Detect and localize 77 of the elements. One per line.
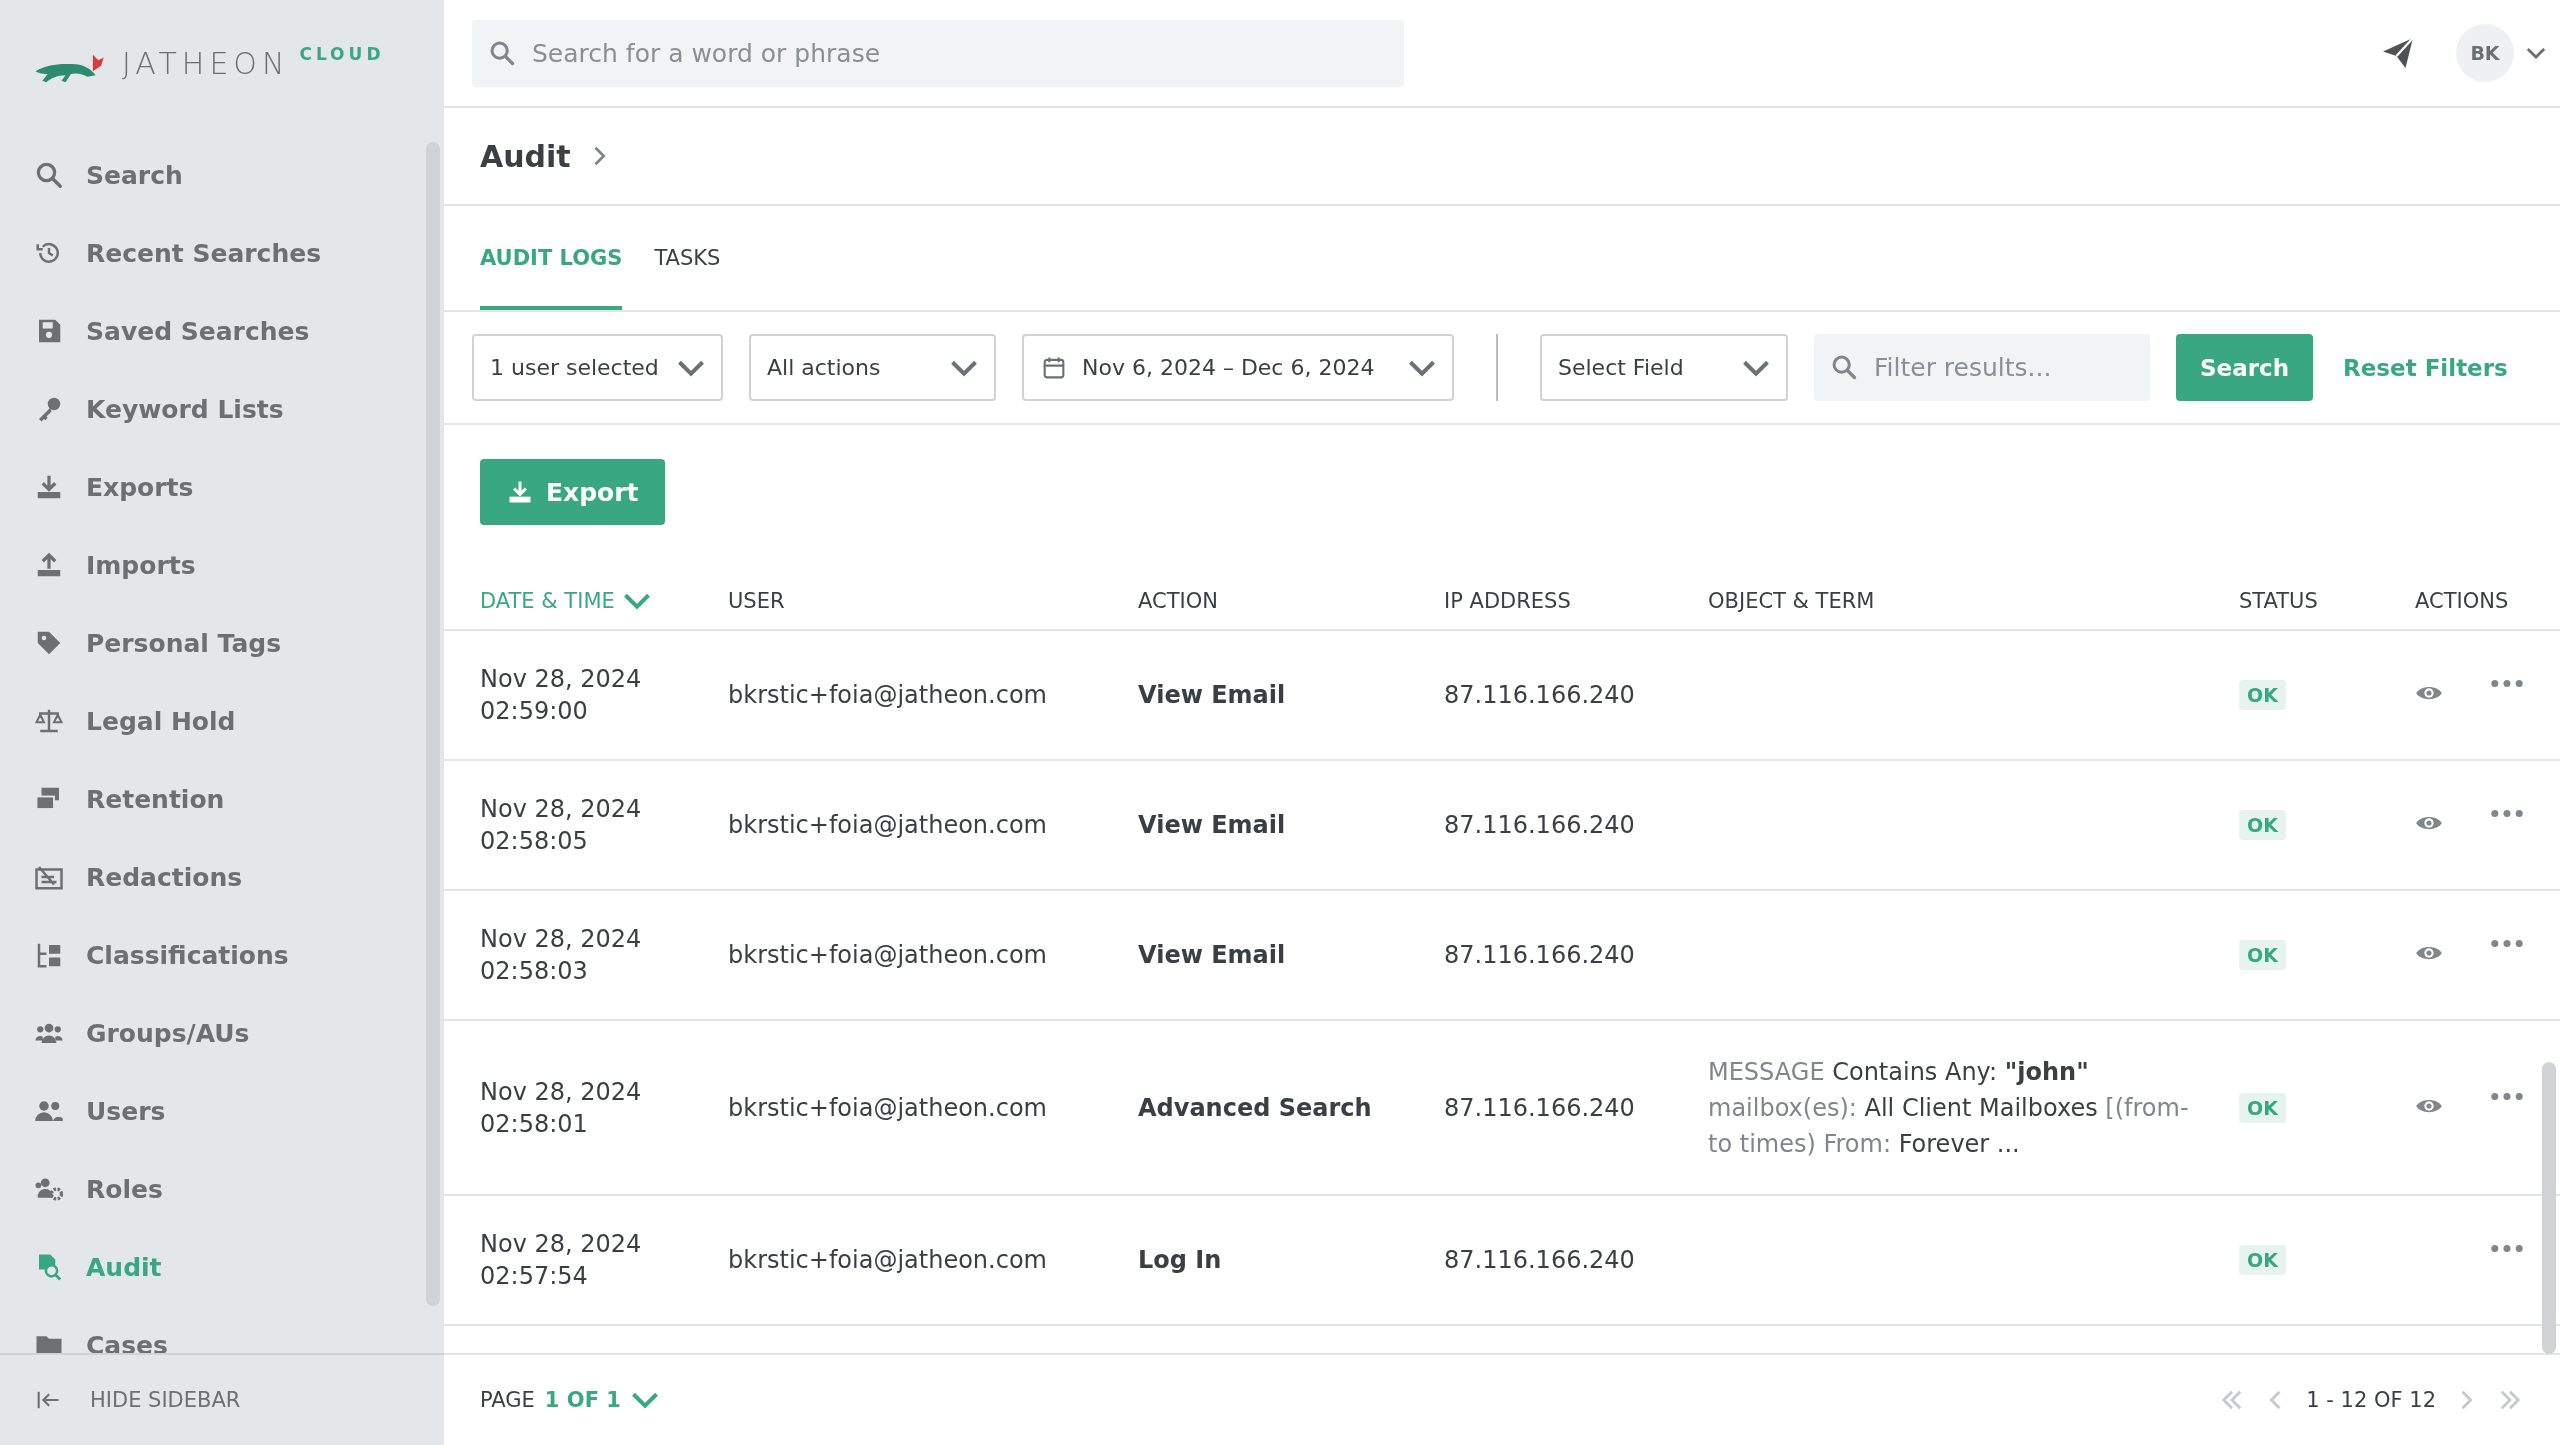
sidebar-item[interactable]: Exports bbox=[0, 448, 444, 526]
field-dropdown[interactable]: Select Field bbox=[1540, 334, 1788, 401]
sidebar-item[interactable]: Recent Searches bbox=[0, 214, 444, 292]
sidebar-item[interactable]: Saved Searches bbox=[0, 292, 444, 370]
more-dots-icon bbox=[2491, 939, 2523, 948]
scrollbar[interactable] bbox=[2542, 1062, 2556, 1354]
sidebar-item[interactable]: Cases bbox=[0, 1306, 444, 1353]
actions-dropdown[interactable]: All actions bbox=[749, 334, 996, 401]
export-button[interactable]: Export bbox=[480, 459, 665, 525]
date-range-dropdown[interactable]: Nov 6, 2024 – Dec 6, 2024 bbox=[1022, 334, 1454, 401]
sidebar-item[interactable]: Search bbox=[0, 136, 444, 214]
more-dots-icon bbox=[2491, 679, 2523, 688]
sidebar-item[interactable]: Classifications bbox=[0, 916, 444, 994]
date-time-cell-text: Nov 28, 2024 02:58:01 bbox=[480, 1076, 643, 1140]
sidebar-item[interactable]: Legal Hold bbox=[0, 682, 444, 760]
logo-wordmark: JATHEON bbox=[122, 45, 290, 81]
sidebar-item[interactable]: Roles bbox=[0, 1150, 444, 1228]
column-header[interactable]: ACTION bbox=[1138, 589, 1444, 613]
date-time-cell-text: Nov 28, 2024 02:58:03 bbox=[480, 924, 643, 987]
status-badge: OK bbox=[2239, 940, 2286, 970]
search-icon bbox=[1830, 353, 1858, 381]
user-cell: bkrstic+foia@jatheon.com bbox=[728, 1093, 1047, 1122]
sidebar-item[interactable]: Groups/AUs bbox=[0, 994, 444, 1072]
status-badge: OK bbox=[2239, 1092, 2286, 1123]
logo-suffix: CLOUD bbox=[299, 44, 385, 64]
user-avatar[interactable]: BK bbox=[2456, 24, 2514, 82]
user-cell: bkrstic+foia@jatheon.com bbox=[728, 941, 1047, 969]
action-cell: View Email bbox=[1138, 681, 1286, 709]
more-dots-icon bbox=[2491, 1244, 2523, 1253]
ip-address-cell: 87.116.166.240 bbox=[1444, 1093, 1635, 1122]
page-title: Audit bbox=[480, 138, 571, 174]
paper-plane-icon bbox=[2380, 35, 2416, 71]
column-header[interactable]: ACTIONS bbox=[2415, 589, 2560, 613]
tab[interactable]: TASKS bbox=[654, 206, 721, 310]
search-icon bbox=[34, 160, 64, 190]
user-cell: bkrstic+foia@jatheon.com bbox=[728, 1246, 1047, 1274]
user-cell: bkrstic+foia@jatheon.com bbox=[728, 681, 1047, 709]
sidebar-item[interactable]: Retention bbox=[0, 760, 444, 838]
action-cell: Advanced Search bbox=[1138, 1093, 1372, 1122]
action-cell: View Email bbox=[1138, 811, 1286, 839]
sidebar-item[interactable]: Audit bbox=[0, 1228, 444, 1306]
page-range: 1 - 12 OF 12 bbox=[2306, 1388, 2436, 1412]
ip-address-cell: 87.116.166.240 bbox=[1444, 811, 1635, 839]
column-header[interactable]: IP ADDRESS bbox=[1444, 589, 1708, 613]
hide-sidebar-button[interactable]: HIDE SIDEBAR bbox=[34, 1386, 241, 1414]
more-dots-icon bbox=[2491, 809, 2523, 818]
ip-address-cell: 87.116.166.240 bbox=[1444, 1246, 1635, 1274]
column-header[interactable]: STATUS bbox=[2239, 589, 2415, 613]
sidebar-item[interactable]: Keyword Lists bbox=[0, 370, 444, 448]
action-cell: View Email bbox=[1138, 941, 1286, 969]
more-dots-icon bbox=[2491, 1091, 2523, 1101]
action-cell: Log In bbox=[1138, 1246, 1222, 1274]
user-cell: bkrstic+foia@jatheon.com bbox=[728, 811, 1047, 839]
status-badge: OK bbox=[2239, 680, 2286, 710]
sidebar-item[interactable]: Redactions bbox=[0, 838, 444, 916]
tab[interactable]: AUDIT LOGS bbox=[480, 206, 623, 310]
column-header[interactable]: USER bbox=[728, 589, 1138, 613]
filter-field[interactable]: Filter results... bbox=[1814, 334, 2150, 401]
search-button[interactable]: Search bbox=[2176, 334, 2314, 401]
date-time-cell-text: Nov 28, 2024 02:59:00 bbox=[480, 664, 643, 727]
search-field[interactable]: Search for a word or phrase bbox=[472, 19, 1404, 87]
sidebar-item[interactable]: Users bbox=[0, 1072, 444, 1150]
sidebar-item[interactable]: Personal Tags bbox=[0, 604, 444, 682]
ip-address-cell: 87.116.166.240 bbox=[1444, 941, 1635, 969]
column-header[interactable]: OBJECT & TERM bbox=[1708, 589, 2239, 613]
status-badge: OK bbox=[2239, 810, 2286, 840]
status-badge: OK bbox=[2239, 1245, 2286, 1275]
object-term-cell-text: MESSAGE Contains Any: "john" mailbox(es): All Client Mailboxes [(from-to times) From: Forever ... bbox=[1708, 1056, 2190, 1160]
reset-filters-link[interactable]: Reset Filters bbox=[2339, 354, 2508, 381]
ip-address-cell: 87.116.166.240 bbox=[1444, 681, 1635, 709]
date-time-cell-text: Nov 28, 2024 02:57:54 bbox=[480, 1229, 643, 1292]
page-label: PAGE bbox=[480, 1388, 535, 1412]
column-header[interactable]: DATE & TIME bbox=[480, 587, 728, 615]
page-selector[interactable]: 1 OF 1 bbox=[544, 1386, 659, 1414]
date-time-cell-text: Nov 28, 2024 02:58:05 bbox=[480, 794, 643, 857]
user-dropdown[interactable]: 1 user selected bbox=[472, 334, 723, 401]
sidebar-item[interactable]: Imports bbox=[0, 526, 444, 604]
